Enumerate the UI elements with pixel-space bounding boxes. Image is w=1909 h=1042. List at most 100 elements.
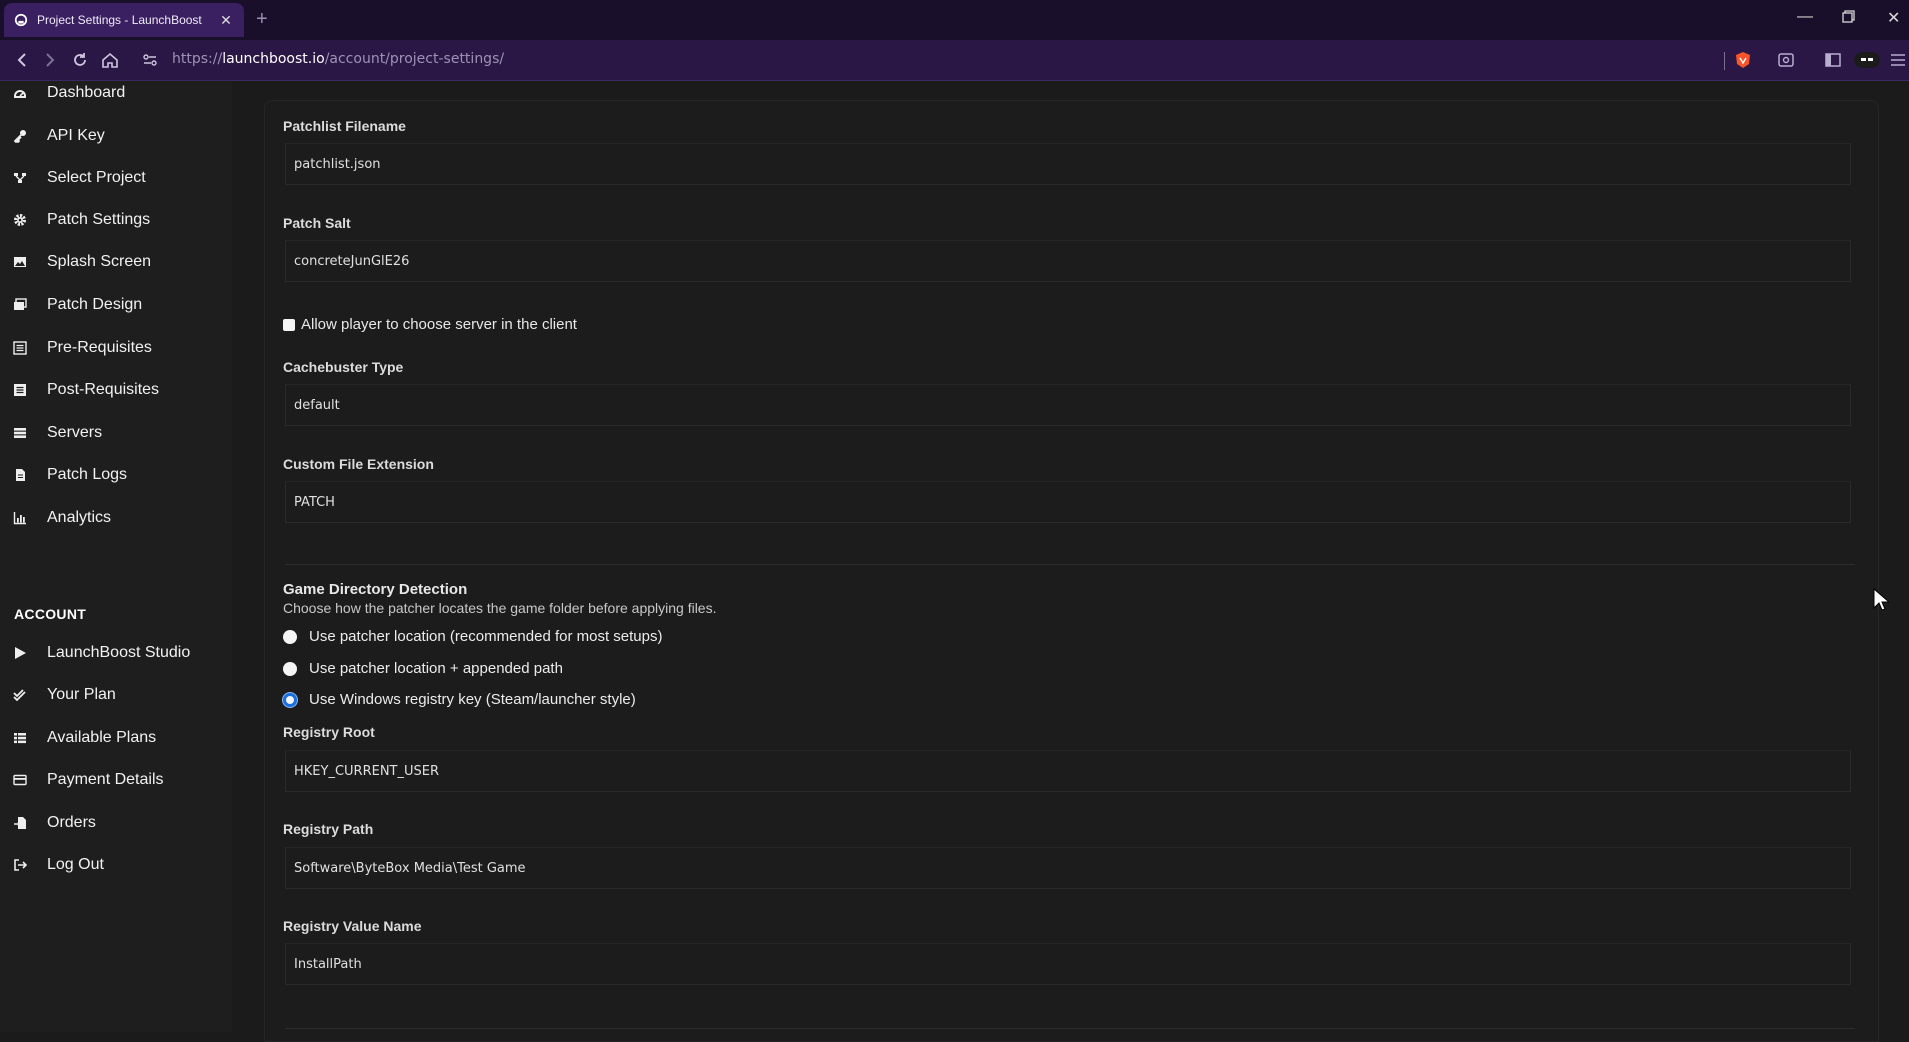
back-icon[interactable] xyxy=(12,50,32,70)
patch-salt-input[interactable]: concreteJunGlE26 xyxy=(285,240,1851,282)
sidebar-item-patch-design[interactable]: Patch Design xyxy=(0,288,232,322)
patch-salt-label: Patch Salt xyxy=(283,215,351,231)
brave-shield-icon[interactable] xyxy=(1733,50,1753,70)
section-divider xyxy=(285,564,1855,565)
game-dir-title: Game Directory Detection xyxy=(283,581,468,598)
game-dir-option-patcher-location[interactable]: Use patcher location (recommended for mo… xyxy=(283,628,663,645)
registry-root-input[interactable]: HKEY_CURRENT_USER xyxy=(285,750,1851,792)
sidebar-item-label: Patch Design xyxy=(47,296,143,313)
section-divider xyxy=(285,1028,1855,1029)
game-dir-option-registry-key[interactable]: Use Windows registry key (Steam/launcher… xyxy=(283,691,636,708)
radio-label: Use Windows registry key (Steam/launcher… xyxy=(309,691,636,708)
sidebar-item-splash-screen[interactable]: Splash Screen xyxy=(0,245,232,279)
chart-icon xyxy=(12,510,28,526)
close-window-icon[interactable]: ✕ xyxy=(1887,8,1900,28)
cachebuster-type-label: Cachebuster Type xyxy=(283,359,404,375)
tab-close-icon[interactable]: ✕ xyxy=(218,12,234,29)
sidebar-item-pre-requisites[interactable]: Pre-Requisites xyxy=(0,331,232,365)
sidebar-item-label: Select Project xyxy=(47,169,146,186)
launchboost-favicon-icon xyxy=(14,13,28,27)
mouse-cursor-icon xyxy=(1873,588,1889,611)
screenshot-icon[interactable] xyxy=(1776,50,1796,70)
sidebar-item-label: Pre-Requisites xyxy=(47,339,152,356)
sidebar-item-patch-settings[interactable]: Patch Settings xyxy=(0,203,232,237)
sidebar-item-label: Log Out xyxy=(47,856,104,873)
sidebar-item-label: Analytics xyxy=(47,509,112,526)
radio-button-selected[interactable] xyxy=(283,692,297,707)
sidebar-item-select-project[interactable]: Select Project xyxy=(0,161,232,195)
sidebar-item-launchboost-studio[interactable]: LaunchBoost Studio xyxy=(0,636,232,670)
radio-button[interactable] xyxy=(283,661,297,676)
dashboard-icon xyxy=(12,85,28,101)
sidebar-item-label: Patch Logs xyxy=(47,466,128,483)
browser-toolbar: https://launchboost.io/account/project-s… xyxy=(0,40,1909,81)
sidebar-item-post-requisites[interactable]: Post-Requisites xyxy=(0,373,232,407)
sidebar-item-available-plans[interactable]: Available Plans xyxy=(0,721,232,755)
gear-icon xyxy=(12,212,28,228)
browser-tab-active[interactable]: Project Settings - LaunchBoost ✕ xyxy=(4,3,244,37)
tab-title: Project Settings - LaunchBoost xyxy=(37,13,202,27)
address-separator xyxy=(1724,52,1725,70)
sidebar-item-label: API Key xyxy=(47,127,105,144)
minimize-icon[interactable]: — xyxy=(1797,8,1813,26)
server-icon xyxy=(12,425,28,441)
radio-label: Use patcher location (recommended for mo… xyxy=(309,628,663,645)
sidebar-item-label: Dashboard xyxy=(47,84,126,101)
credit-card-icon xyxy=(12,772,28,788)
images-icon xyxy=(12,297,28,313)
menu-icon[interactable] xyxy=(1888,50,1908,70)
sidebar-item-label: Payment Details xyxy=(47,771,164,788)
radio-button[interactable] xyxy=(283,629,297,644)
key-icon xyxy=(12,128,28,144)
account-section-title: ACCOUNT xyxy=(14,606,87,622)
file-import-icon xyxy=(12,815,28,831)
registry-value-name-input[interactable]: InstallPath xyxy=(285,943,1851,985)
sidebar-item-label: Servers xyxy=(47,424,103,441)
file-icon xyxy=(12,467,28,483)
sidebar-item-orders[interactable]: Orders xyxy=(0,806,232,840)
sidebar-item-label: Your Plan xyxy=(47,686,116,703)
sidebar-item-api-key[interactable]: API Key xyxy=(0,119,232,153)
custom-extension-label: Custom File Extension xyxy=(283,456,434,472)
check-double-icon xyxy=(12,687,28,703)
image-icon xyxy=(12,254,28,270)
new-tab-button[interactable]: + xyxy=(256,8,268,31)
custom-extension-input[interactable]: PATCH xyxy=(285,481,1851,523)
radio-label: Use patcher location + appended path xyxy=(309,660,563,677)
sidebar-item-analytics[interactable]: Analytics xyxy=(0,501,232,535)
wallet-icon[interactable] xyxy=(1853,50,1881,70)
sidebar-item-payment-details[interactable]: Payment Details xyxy=(0,763,232,797)
patchlist-filename-input[interactable]: patchlist.json xyxy=(285,143,1851,185)
sidebar-item-patch-logs[interactable]: Patch Logs xyxy=(0,458,232,492)
registry-root-label: Registry Root xyxy=(283,724,375,740)
browser-titlebar: Project Settings - LaunchBoost ✕ + — ✕ xyxy=(0,0,1909,40)
sidebar-item-label: Post-Requisites xyxy=(47,381,160,398)
sidebar-toggle-icon[interactable] xyxy=(1823,50,1843,70)
sidebar-item-your-plan[interactable]: Your Plan xyxy=(0,678,232,712)
reload-icon[interactable] xyxy=(70,50,90,70)
sidebar-item-label: Patch Settings xyxy=(47,211,151,228)
allow-server-choice-checkbox[interactable] xyxy=(283,318,295,331)
registry-value-name-label: Registry Value Name xyxy=(283,918,422,934)
site-settings-icon[interactable] xyxy=(140,50,160,70)
address-bar-url[interactable]: https://launchboost.io/account/project-s… xyxy=(172,51,504,67)
allow-server-choice-label: Allow player to choose server in the cli… xyxy=(301,316,577,333)
sidebar-item-label: LaunchBoost Studio xyxy=(47,644,191,661)
sidebar-item-servers[interactable]: Servers xyxy=(0,416,232,450)
patchlist-filename-label: Patchlist Filename xyxy=(283,118,406,134)
registry-path-label: Registry Path xyxy=(283,821,374,837)
registry-path-input[interactable]: Software\ByteBox Media\Test Game xyxy=(285,847,1851,889)
sidebar-item-label: Splash Screen xyxy=(47,253,152,270)
sidebar-item-log-out[interactable]: Log Out xyxy=(0,848,232,882)
restore-icon[interactable] xyxy=(1842,10,1855,28)
list-alt-icon xyxy=(12,382,28,398)
list-icon xyxy=(12,340,28,356)
home-icon[interactable] xyxy=(100,50,120,70)
project-tree-icon xyxy=(12,170,28,186)
list-grid-icon xyxy=(12,730,28,746)
game-dir-option-appended-path[interactable]: Use patcher location + appended path xyxy=(283,660,563,677)
forward-icon[interactable] xyxy=(40,50,60,70)
game-dir-subtitle: Choose how the patcher locates the game … xyxy=(283,600,717,616)
sidebar-item-dashboard[interactable]: Dashboard xyxy=(0,76,232,110)
cachebuster-type-select[interactable]: default xyxy=(285,384,1851,426)
